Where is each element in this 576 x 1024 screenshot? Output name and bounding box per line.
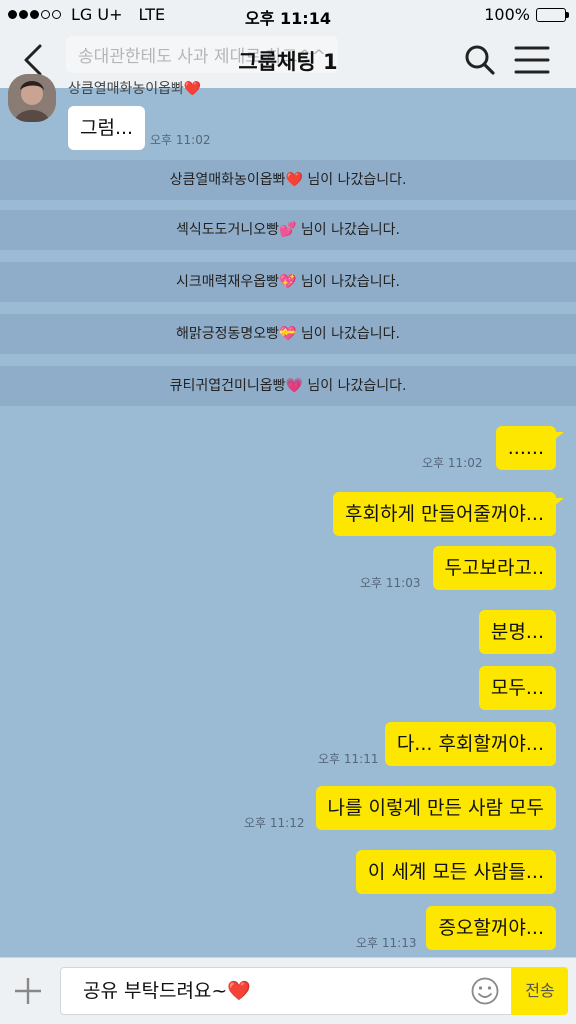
outgoing-message-time: 오후 11:11 — [318, 752, 379, 766]
search-button[interactable] — [462, 42, 498, 78]
outgoing-message-bubble[interactable]: 모두... — [478, 666, 556, 710]
outgoing-message-bubble[interactable]: 나를 이렇게 만든 사람 모두 — [315, 786, 556, 830]
outgoing-message-bubble[interactable]: ...... — [495, 426, 565, 470]
outgoing-message-time: 오후 11:02 — [422, 456, 483, 470]
incoming-message-time: 오후 11:02 — [150, 133, 211, 147]
outgoing-message-time: 오후 11:03 — [360, 576, 421, 590]
send-button[interactable]: 전송 — [512, 967, 568, 1015]
status-right: 100% — [484, 5, 569, 24]
outgoing-message-bubble[interactable]: 이 세계 모든 사람들... — [355, 850, 556, 894]
smiley-icon — [471, 977, 499, 1005]
system-notice: 큐티귀엽건미니옵빵💗 님이 나갔습니다. — [0, 366, 576, 406]
system-notice: 섹식도도거니오빵💕 님이 나갔습니다. — [0, 210, 576, 250]
plus-icon — [15, 978, 41, 1004]
search-icon — [465, 45, 495, 75]
message-input[interactable]: 공유 부탁드려요~❤️ — [60, 967, 512, 1015]
avatar[interactable] — [8, 74, 56, 122]
system-notice: 상큼열매화농이옵뽜❤️ 님이 나갔습니다. — [0, 160, 576, 200]
outgoing-message-bubble[interactable]: 후회하게 만들어줄꺼야... — [333, 492, 564, 536]
battery-icon — [536, 7, 569, 22]
hamburger-menu-icon — [514, 46, 550, 74]
outgoing-message-bubble[interactable]: 분명... — [478, 610, 556, 654]
outgoing-message-time: 오후 11:12 — [244, 816, 305, 830]
profile-photo — [8, 74, 56, 122]
system-notice: 해맑긍정동명오빵💝 님이 나갔습니다. — [0, 314, 576, 354]
sender-name: 상큼열매화농이옵뽜❤️ — [68, 81, 202, 97]
system-notice: 시크매력재우옵빵💖 님이 나갔습니다. — [0, 262, 576, 302]
message-input-bar: 공유 부탁드려요~❤️ 전송 — [0, 957, 576, 1024]
outgoing-message-bubble[interactable]: 두고보라고.. — [432, 546, 556, 590]
battery-percent: 100% — [484, 5, 530, 24]
emoticon-button[interactable] — [470, 976, 500, 1006]
incoming-message-bubble[interactable]: 그럼... — [68, 106, 146, 150]
outgoing-message-bubble[interactable]: 다... 후회할꺼야... — [384, 722, 556, 766]
menu-button[interactable] — [512, 42, 552, 78]
outgoing-message-time: 오후 11:13 — [356, 936, 417, 950]
outgoing-message-bubble[interactable]: 증오할꺼야... — [426, 906, 556, 950]
attach-button[interactable] — [12, 975, 44, 1007]
status-bar: LG U+ LTE 오후 11:14 100% — [0, 0, 576, 30]
